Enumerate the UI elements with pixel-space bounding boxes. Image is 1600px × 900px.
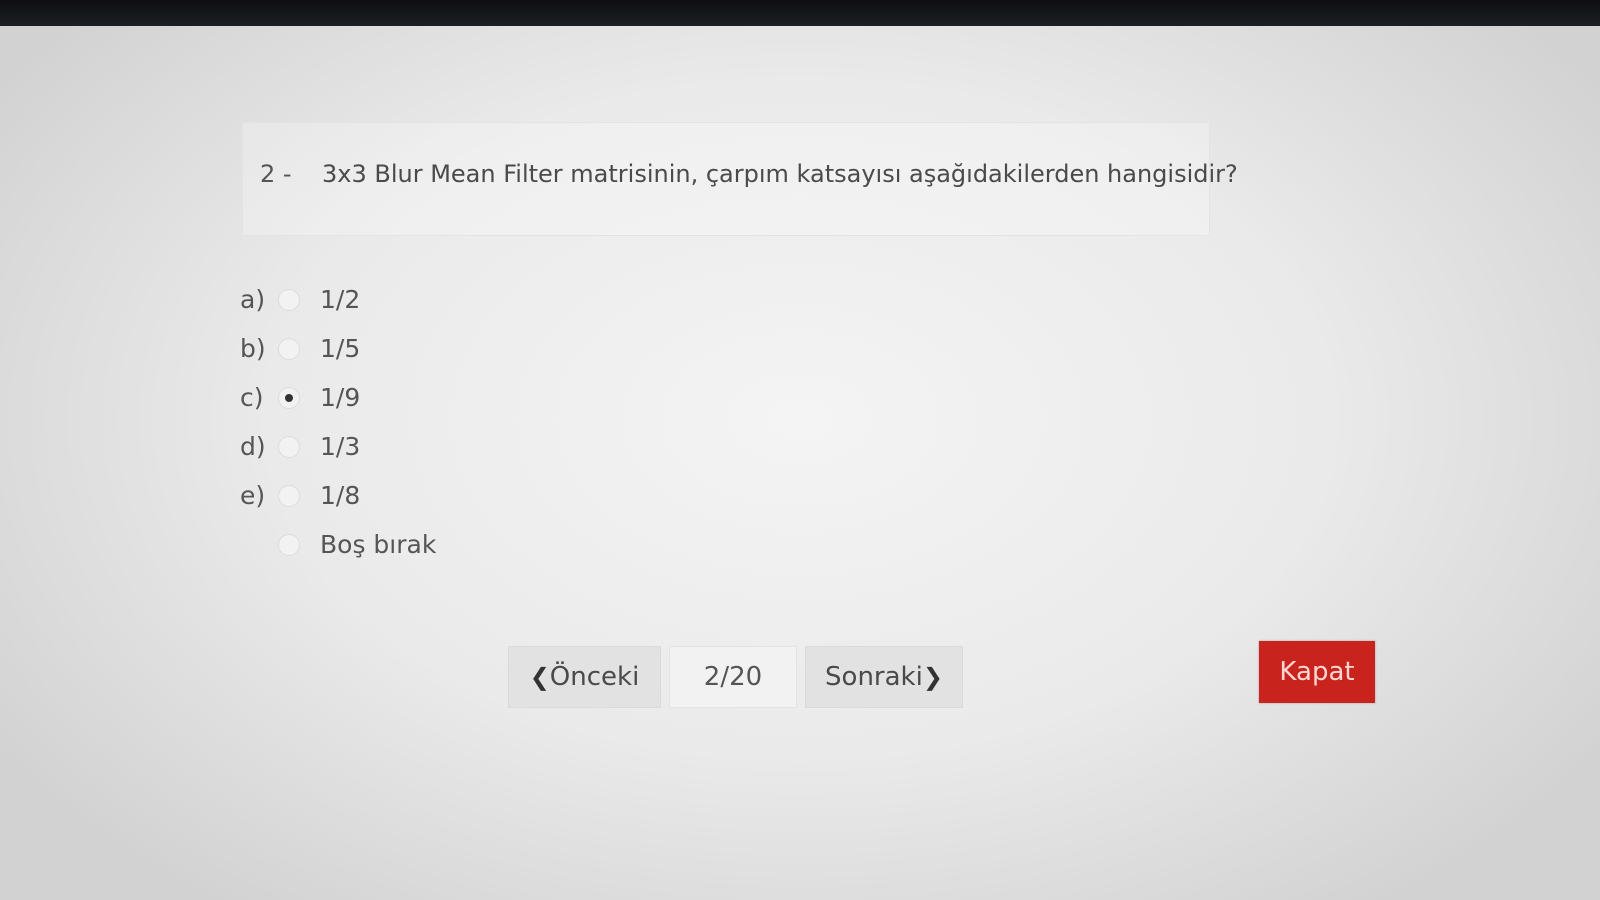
close-button[interactable]: Kapat xyxy=(1259,641,1375,703)
option-text: 1/8 xyxy=(320,481,361,510)
option-text: 1/3 xyxy=(320,432,361,461)
option-letter: d) xyxy=(240,432,266,461)
option-c[interactable]: c) 1/9 xyxy=(240,373,436,422)
radio-button[interactable] xyxy=(278,484,300,507)
question-text: 3x3 Blur Mean Filter matrisinin, çarpım … xyxy=(322,160,1238,188)
next-label: Sonraki xyxy=(825,662,923,692)
previous-button[interactable]: ❮ Önceki xyxy=(508,646,661,708)
answer-options: a) 1/2 b) 1/5 c) 1/9 d) 1/3 e) 1/8 Boş b… xyxy=(240,275,436,569)
option-letter: a) xyxy=(240,285,266,314)
option-skip[interactable]: Boş bırak xyxy=(240,520,436,569)
option-b[interactable]: b) 1/5 xyxy=(240,324,436,373)
option-text: 1/9 xyxy=(320,383,361,412)
radio-button[interactable] xyxy=(278,288,300,311)
chevron-right-icon: ❯ xyxy=(922,663,943,691)
page-indicator: 2/20 xyxy=(669,646,797,708)
question-navigation: ❮ Önceki 2/20 Sonraki ❯ xyxy=(508,646,963,708)
option-text: 1/2 xyxy=(320,285,361,314)
radio-dot-icon xyxy=(285,393,293,402)
option-text: Boş bırak xyxy=(320,530,437,559)
radio-button[interactable] xyxy=(278,435,300,458)
radio-button-selected[interactable] xyxy=(278,386,300,409)
option-letter: e) xyxy=(240,481,266,510)
radio-button[interactable] xyxy=(278,337,300,360)
option-d[interactable]: d) 1/3 xyxy=(240,422,436,471)
radio-button[interactable] xyxy=(278,533,300,556)
chevron-left-icon: ❮ xyxy=(529,663,550,691)
option-letter: c) xyxy=(240,383,264,412)
question-number: 2 - xyxy=(260,160,292,188)
option-e[interactable]: e) 1/8 xyxy=(240,471,436,520)
screen-bezel xyxy=(0,0,1600,26)
option-a[interactable]: a) 1/2 xyxy=(240,275,436,324)
next-button[interactable]: Sonraki ❯ xyxy=(805,646,963,708)
option-letter: b) xyxy=(240,334,266,363)
previous-label: Önceki xyxy=(549,662,640,692)
option-text: 1/5 xyxy=(320,334,361,363)
